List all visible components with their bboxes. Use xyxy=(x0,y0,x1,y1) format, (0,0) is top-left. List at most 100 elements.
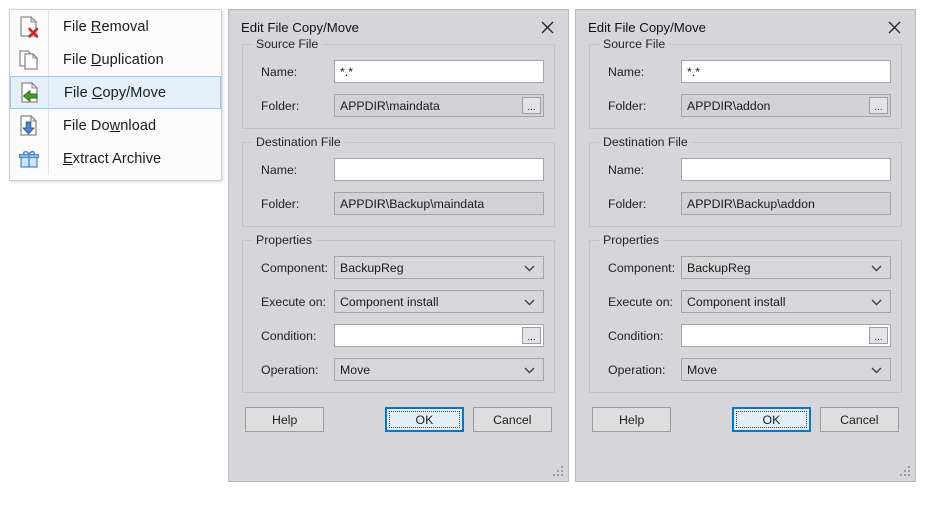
condition-label: Condition: xyxy=(261,328,317,343)
component-select[interactable]: BackupReg xyxy=(681,256,891,279)
source-folder-browse-button[interactable]: ... xyxy=(869,97,888,114)
chevron-down-icon xyxy=(524,261,535,275)
operation-row: Operation: Move xyxy=(253,358,544,381)
destination-folder-row: Folder: APPDIR\Backup\maindata xyxy=(253,192,544,215)
condition-row: Condition: ... xyxy=(600,324,891,347)
dialog-title: Edit File Copy/Move xyxy=(588,19,706,35)
properties-group: Properties Component: BackupReg Execute … xyxy=(589,233,902,393)
cancel-button[interactable]: Cancel xyxy=(819,407,899,432)
destination-file-group-title: Destination File xyxy=(252,135,345,149)
menu-item-label: File Removal xyxy=(63,18,149,35)
resize-grip[interactable] xyxy=(552,465,565,478)
component-select-value: BackupReg xyxy=(340,260,404,275)
condition-label: Condition: xyxy=(608,328,664,343)
ok-button[interactable]: OK xyxy=(384,407,465,432)
execute-on-select-value: Component install xyxy=(340,294,439,309)
destination-folder-input[interactable]: APPDIR\Backup\addon xyxy=(681,192,891,215)
chevron-down-icon xyxy=(871,363,882,377)
help-button[interactable]: Help xyxy=(592,407,672,432)
operation-select-value: Move xyxy=(340,362,371,377)
execute-on-select[interactable]: Component install xyxy=(681,290,891,313)
source-folder-label: Folder: xyxy=(261,98,300,113)
condition-browse-button[interactable]: ... xyxy=(869,327,888,344)
dialog-body: Source File Name: *.* Folder: APPDIR\mai… xyxy=(229,37,568,432)
condition-row: Condition: ... xyxy=(253,324,544,347)
destination-name-row: Name: xyxy=(253,158,544,181)
operation-select[interactable]: Move xyxy=(681,358,891,381)
component-select[interactable]: BackupReg xyxy=(334,256,544,279)
menu-item-file-removal[interactable]: File Removal xyxy=(10,10,221,43)
cancel-button[interactable]: Cancel xyxy=(472,407,552,432)
ok-button-label: OK xyxy=(762,412,781,427)
menu-item-label: File Copy/Move xyxy=(64,84,167,101)
extract-archive-icon xyxy=(10,142,48,175)
chevron-down-icon xyxy=(871,295,882,309)
destination-name-label: Name: xyxy=(608,162,645,177)
menu-item-label: File Duplication xyxy=(63,51,164,68)
execute-on-label: Execute on: xyxy=(261,294,326,309)
chevron-down-icon xyxy=(524,295,535,309)
destination-name-row: Name: xyxy=(600,158,891,181)
dialog-button-row: Help OK Cancel xyxy=(589,407,902,432)
help-button[interactable]: Help xyxy=(245,407,325,432)
operation-select[interactable]: Move xyxy=(334,358,544,381)
properties-group-title: Properties xyxy=(599,233,664,247)
condition-input[interactable] xyxy=(334,324,544,347)
file-remove-icon xyxy=(10,10,48,43)
menu-gutter-divider xyxy=(48,77,49,108)
menu-item-file-download[interactable]: File Download xyxy=(10,109,221,142)
menu-item-label: Extract Archive xyxy=(63,150,162,167)
destination-folder-row: Folder: APPDIR\Backup\addon xyxy=(600,192,891,215)
source-name-row: Name: *.* xyxy=(253,60,544,83)
source-file-group: Source File Name: *.* Folder: APPDIR\mai… xyxy=(242,37,555,129)
source-folder-input[interactable]: APPDIR\addon xyxy=(681,94,891,117)
menu-item-file-duplication[interactable]: File Duplication xyxy=(10,43,221,76)
operation-label: Operation: xyxy=(261,362,319,377)
source-name-input[interactable]: *.* xyxy=(681,60,891,83)
operation-select-value: Move xyxy=(687,362,718,377)
file-action-context-menu: File Removal File Duplication File Copy/… xyxy=(9,9,222,181)
file-download-icon xyxy=(10,109,48,142)
source-folder-row: Folder: APPDIR\maindata ... xyxy=(253,94,544,117)
source-folder-row: Folder: APPDIR\addon ... xyxy=(600,94,891,117)
menu-gutter-divider xyxy=(48,43,49,76)
source-file-group-title: Source File xyxy=(252,37,323,51)
destination-name-input[interactable] xyxy=(681,158,891,181)
execute-on-row: Execute on: Component install xyxy=(600,290,891,313)
close-icon[interactable] xyxy=(879,14,909,40)
chevron-down-icon xyxy=(871,261,882,275)
source-folder-browse-button[interactable]: ... xyxy=(522,97,541,114)
source-name-input[interactable]: *.* xyxy=(334,60,544,83)
condition-input[interactable] xyxy=(681,324,891,347)
destination-name-input[interactable] xyxy=(334,158,544,181)
dialog-button-row: Help OK Cancel xyxy=(242,407,555,432)
destination-folder-label: Folder: xyxy=(261,196,300,211)
close-icon[interactable] xyxy=(532,14,562,40)
destination-name-label: Name: xyxy=(261,162,298,177)
menu-gutter-divider xyxy=(48,109,49,142)
destination-file-group-title: Destination File xyxy=(599,135,692,149)
menu-gutter-divider xyxy=(48,10,49,43)
menu-gutter-divider xyxy=(48,142,49,175)
condition-browse-button[interactable]: ... xyxy=(522,327,541,344)
component-label: Component: xyxy=(261,260,328,275)
dialog-body: Source File Name: *.* Folder: APPDIR\add… xyxy=(576,37,915,432)
component-row: Component: BackupReg xyxy=(253,256,544,279)
ok-button[interactable]: OK xyxy=(731,407,812,432)
properties-group: Properties Component: BackupReg Execute … xyxy=(242,233,555,393)
menu-item-file-copy-move[interactable]: File Copy/Move xyxy=(10,76,221,109)
destination-folder-label: Folder: xyxy=(608,196,647,211)
ok-button-label: OK xyxy=(415,412,434,427)
edit-file-copy-move-dialog-2: Edit File Copy/Move Source File Name: *.… xyxy=(575,9,916,482)
resize-grip[interactable] xyxy=(899,465,912,478)
source-name-row: Name: *.* xyxy=(600,60,891,83)
source-folder-input[interactable]: APPDIR\maindata xyxy=(334,94,544,117)
menu-item-label: File Download xyxy=(63,117,157,134)
source-folder-label: Folder: xyxy=(608,98,647,113)
file-copy-move-icon xyxy=(11,76,49,109)
chevron-down-icon xyxy=(524,363,535,377)
destination-folder-input[interactable]: APPDIR\Backup\maindata xyxy=(334,192,544,215)
menu-item-extract-archive[interactable]: Extract Archive xyxy=(10,142,221,175)
execute-on-select[interactable]: Component install xyxy=(334,290,544,313)
destination-file-group: Destination File Name: Folder: APPDIR\Ba… xyxy=(589,135,902,227)
